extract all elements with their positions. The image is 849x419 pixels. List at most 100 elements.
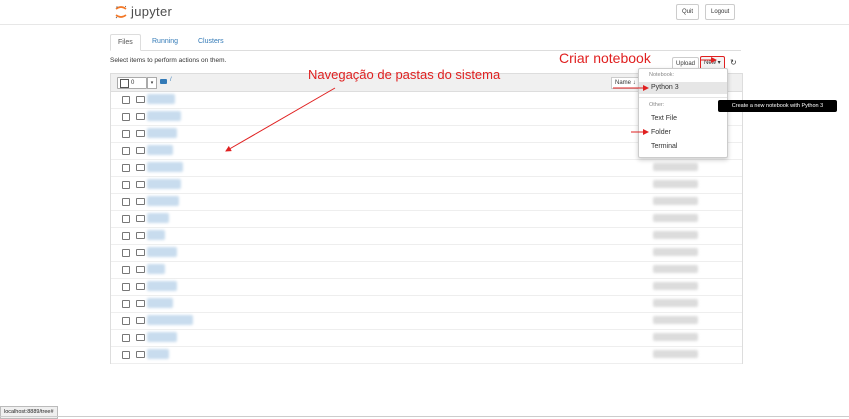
- folder-icon: [136, 351, 145, 358]
- selected-count: 0: [131, 80, 135, 86]
- row-modified-blurred: [653, 333, 698, 341]
- folder-icon: [136, 334, 145, 341]
- row-name-blurred[interactable]: [147, 247, 177, 257]
- row-checkbox[interactable]: [122, 334, 130, 342]
- annotation-criar-notebook: Criar notebook: [559, 50, 651, 66]
- tooltip: Create a new notebook with Python 3: [718, 100, 837, 112]
- table-row[interactable]: [111, 329, 742, 347]
- table-row[interactable]: [111, 227, 742, 245]
- folder-icon: [136, 317, 145, 324]
- row-checkbox[interactable]: [122, 215, 130, 223]
- row-checkbox[interactable]: [122, 96, 130, 104]
- status-bar-url: localhost:8889/tree#: [0, 406, 58, 419]
- other-header: Other:: [649, 102, 665, 108]
- select-dropdown[interactable]: ▾: [147, 77, 157, 89]
- row-checkbox[interactable]: [122, 300, 130, 308]
- row-modified-blurred: [653, 248, 698, 256]
- row-name-blurred[interactable]: [147, 162, 183, 172]
- menu-divider: [639, 97, 727, 98]
- menu-item-text-file[interactable]: Text File: [639, 113, 727, 125]
- row-modified-blurred: [653, 350, 698, 358]
- row-checkbox[interactable]: [122, 181, 130, 189]
- menu-item-terminal[interactable]: Terminal: [639, 141, 727, 153]
- table-row[interactable]: [111, 312, 742, 330]
- annotation-navegacao: Navegação de pastas do sistema: [308, 67, 501, 82]
- refresh-icon[interactable]: ↻: [730, 58, 737, 67]
- table-row[interactable]: [111, 176, 742, 194]
- row-checkbox[interactable]: [122, 351, 130, 359]
- row-name-blurred[interactable]: [147, 179, 181, 189]
- row-name-blurred[interactable]: [147, 332, 177, 342]
- table-row[interactable]: [111, 244, 742, 262]
- menu-item-python3[interactable]: Python 3: [639, 82, 727, 94]
- quit-button[interactable]: Quit: [676, 4, 700, 20]
- folder-icon: [136, 113, 145, 120]
- row-checkbox[interactable]: [122, 130, 130, 138]
- row-name-blurred[interactable]: [147, 94, 175, 104]
- row-name-blurred[interactable]: [147, 298, 173, 308]
- folder-icon: [136, 266, 145, 273]
- row-modified-blurred: [653, 197, 698, 205]
- jupyter-logo[interactable]: jupyter: [114, 4, 172, 19]
- row-checkbox[interactable]: [122, 283, 130, 291]
- folder-icon: [136, 232, 145, 239]
- row-modified-blurred: [653, 163, 698, 171]
- row-modified-blurred: [653, 299, 698, 307]
- header: jupyter Quit Logout: [0, 0, 849, 25]
- tab-clusters[interactable]: Clusters: [191, 34, 231, 49]
- folder-icon: [136, 198, 145, 205]
- row-name-blurred[interactable]: [147, 196, 179, 206]
- folder-icon: [136, 147, 145, 154]
- folder-icon: [136, 164, 145, 171]
- row-name-blurred[interactable]: [147, 145, 173, 155]
- row-modified-blurred: [653, 265, 698, 273]
- logout-button[interactable]: Logout: [705, 4, 736, 20]
- select-message: Select items to perform actions on them.: [110, 57, 227, 64]
- table-row[interactable]: [111, 193, 742, 211]
- table-row[interactable]: [111, 210, 742, 228]
- table-row[interactable]: [111, 346, 742, 364]
- table-row[interactable]: [111, 261, 742, 279]
- folder-icon: [136, 130, 145, 137]
- table-row[interactable]: [111, 278, 742, 296]
- row-name-blurred[interactable]: [147, 315, 193, 325]
- row-modified-blurred: [653, 231, 698, 239]
- notebook-header: Notebook:: [649, 72, 675, 78]
- tab-running[interactable]: Running: [145, 34, 185, 49]
- row-checkbox[interactable]: [122, 198, 130, 206]
- table-row[interactable]: [111, 159, 742, 177]
- tab-files[interactable]: Files: [110, 34, 141, 51]
- folder-icon: [136, 181, 145, 188]
- folder-icon: [136, 300, 145, 307]
- checkbox-box: [120, 79, 129, 88]
- breadcrumb-root[interactable]: /: [170, 77, 172, 83]
- tab-bar: Files Running Clusters: [110, 34, 741, 51]
- row-checkbox[interactable]: [122, 147, 130, 155]
- table-row[interactable]: [111, 295, 742, 313]
- row-modified-blurred: [653, 316, 698, 324]
- row-checkbox[interactable]: [122, 249, 130, 257]
- select-all-checkbox[interactable]: 0: [117, 77, 147, 89]
- row-name-blurred[interactable]: [147, 111, 181, 121]
- folder-icon[interactable]: [160, 79, 167, 84]
- row-name-blurred[interactable]: [147, 128, 177, 138]
- row-name-blurred[interactable]: [147, 230, 165, 240]
- row-name-blurred[interactable]: [147, 264, 165, 274]
- row-checkbox[interactable]: [122, 232, 130, 240]
- row-name-blurred[interactable]: [147, 213, 169, 223]
- jupyter-logo-icon: [115, 5, 127, 18]
- row-checkbox[interactable]: [122, 317, 130, 325]
- row-name-blurred[interactable]: [147, 281, 177, 291]
- folder-icon: [136, 249, 145, 256]
- row-modified-blurred: [653, 180, 698, 188]
- folder-icon: [136, 215, 145, 222]
- row-checkbox[interactable]: [122, 266, 130, 274]
- row-checkbox[interactable]: [122, 164, 130, 172]
- new-dropdown-menu: Notebook: Python 3 Other: Text File Fold…: [638, 68, 728, 158]
- menu-item-folder[interactable]: Folder: [639, 127, 727, 139]
- row-modified-blurred: [653, 282, 698, 290]
- folder-icon: [136, 283, 145, 290]
- row-modified-blurred: [653, 214, 698, 222]
- row-checkbox[interactable]: [122, 113, 130, 121]
- row-name-blurred[interactable]: [147, 349, 169, 359]
